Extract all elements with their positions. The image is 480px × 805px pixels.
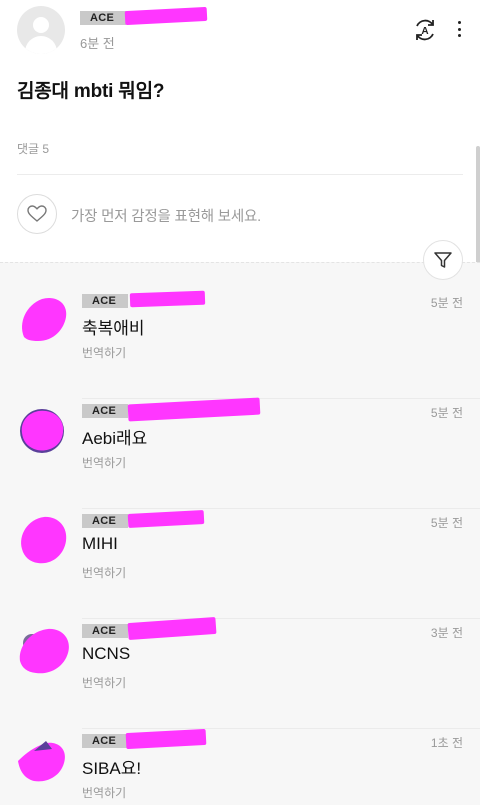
redacted-commenter-name (127, 616, 217, 641)
filter-icon (434, 252, 452, 268)
post-header: ACE 6분 전 A (0, 0, 480, 64)
redacted-commenter-avatar (19, 628, 69, 674)
redacted-commenter-avatar (20, 409, 64, 453)
redacted-commenter-name (127, 397, 261, 422)
commenter-badge: ACE (82, 294, 129, 308)
comment-text: NCNS (82, 644, 131, 663)
react-button[interactable] (17, 194, 57, 234)
comment-time: 5분 전 (430, 516, 463, 530)
post-time: 6분 전 (80, 36, 115, 51)
redacted-commenter-name (125, 728, 207, 750)
svg-text:A: A (421, 26, 428, 37)
heart-icon (27, 205, 47, 222)
comment-time: 5분 전 (430, 296, 463, 310)
commenter-badge: ACE (82, 404, 129, 418)
more-vertical-icon[interactable] (452, 18, 466, 40)
translate-link[interactable]: 번역하기 (82, 564, 126, 581)
avatar-head-shape (33, 17, 49, 33)
redacted-commenter-name (129, 290, 206, 308)
commenter-badge: ACE (82, 734, 129, 748)
react-placeholder-text[interactable]: 가장 먼저 감정을 표현해 보세요. (71, 205, 261, 226)
post-title: 김종대 mbti 뭐임? (17, 81, 165, 102)
redacted-commenter-avatar (18, 741, 65, 782)
filter-button[interactable] (423, 240, 463, 280)
redacted-author-name (124, 6, 208, 26)
comment-time: 3분 전 (430, 626, 463, 640)
redacted-commenter-avatar (21, 516, 67, 564)
comment-item: ACE 5분 전 MIHI 번역하기 (0, 509, 480, 619)
commenter-badge: ACE (82, 624, 129, 638)
comment-count: 댓글 5 (17, 142, 50, 156)
avatar-body-shape (25, 36, 57, 54)
comments-list: ACE 5분 전 축복애비 번역하기 ACE 5분 전 Aebi래요 번역하기 … (0, 262, 480, 805)
divider (17, 174, 463, 175)
author-avatar[interactable] (17, 6, 65, 54)
comment-item: ACE 3분 전 NCNS 번역하기 (0, 616, 480, 729)
redacted-commenter-name (127, 510, 205, 528)
translate-link[interactable]: 번역하기 (82, 674, 126, 691)
comment-time: 5분 전 (430, 406, 463, 420)
comment-item: ACE 5분 전 Aebi래요 번역하기 (0, 397, 480, 509)
translate-link[interactable]: 번역하기 (82, 784, 126, 801)
translate-link[interactable]: 번역하기 (82, 344, 126, 361)
redacted-commenter-avatar (22, 297, 67, 341)
translate-icon[interactable]: A (411, 16, 439, 44)
comment-item: ACE 1초 전 SIBA요! 번역하기 (0, 728, 480, 805)
comment-item: ACE 5분 전 축복애비 번역하기 (0, 289, 480, 399)
comment-time: 1초 전 (430, 736, 463, 750)
comment-text: MIHI (82, 534, 118, 553)
comment-text: SIBA요! (82, 759, 142, 778)
translate-link[interactable]: 번역하기 (82, 454, 126, 471)
author-badge: ACE (80, 11, 127, 25)
comment-text: 축복애비 (82, 319, 145, 338)
commenter-badge: ACE (82, 514, 129, 528)
comment-text: Aebi래요 (82, 429, 148, 448)
